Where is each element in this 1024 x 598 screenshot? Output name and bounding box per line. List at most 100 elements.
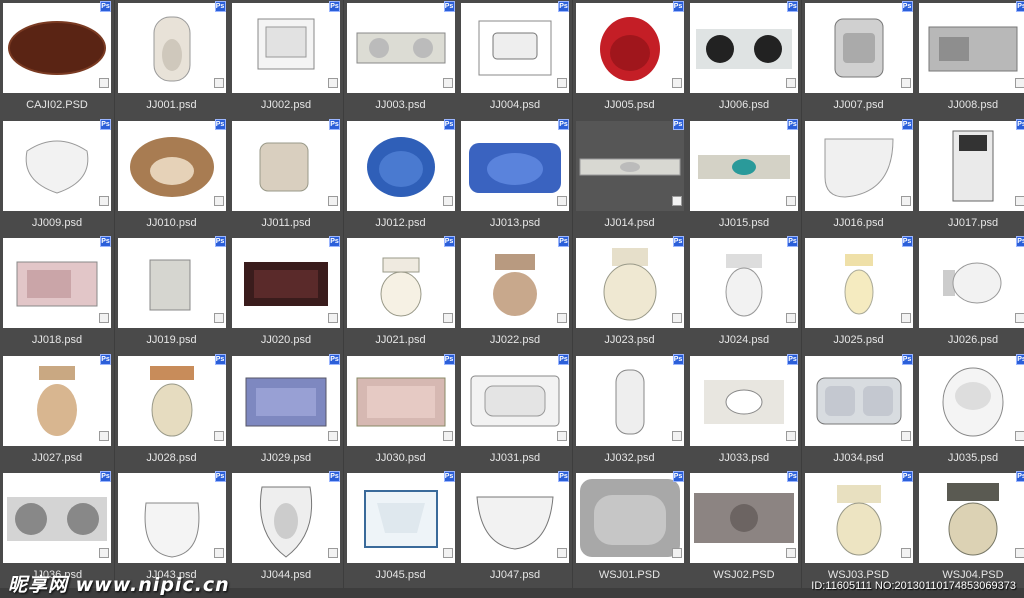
select-checkbox[interactable] [99, 430, 109, 441]
file-name-label: JJ019.psd [146, 334, 197, 346]
select-checkbox[interactable] [671, 548, 682, 558]
file-thumbnail-jj035-psd[interactable]: Ps JJ035.psd [916, 352, 1024, 471]
select-checkbox[interactable] [213, 548, 224, 558]
file-thumbnail-jj024-psd[interactable]: Ps JJ024.psd [687, 235, 801, 353]
file-thumbnail-jj012-psd[interactable]: Ps JJ012.psd [343, 117, 458, 236]
file-thumbnail-jj022-psd[interactable]: Ps JJ022.psd [458, 235, 572, 353]
select-checkbox[interactable] [786, 195, 796, 206]
long-counter-icon [575, 120, 684, 211]
file-thumbnail-jj004-psd[interactable]: Ps JJ004.psd [458, 0, 572, 118]
select-checkbox[interactable] [213, 195, 224, 206]
file-thumbnail-jj034-psd[interactable]: Ps JJ034.psd [801, 352, 916, 471]
file-thumbnail-jj025-psd[interactable]: Ps JJ025.psd [801, 235, 916, 353]
photoshop-file-icon: Ps [443, 1, 455, 12]
photoshop-file-icon: Ps [214, 1, 226, 12]
select-checkbox[interactable] [328, 195, 338, 206]
select-checkbox[interactable] [442, 195, 453, 206]
select-checkbox[interactable] [99, 78, 109, 88]
file-thumbnail-jj016-psd[interactable]: Ps JJ016.psd [801, 117, 916, 236]
file-thumbnail-jj011-psd[interactable]: Ps JJ011.psd [229, 117, 343, 236]
file-thumbnail-jj005-psd[interactable]: Ps JJ005.psd [572, 0, 687, 118]
select-checkbox[interactable] [442, 430, 453, 441]
select-checkbox[interactable] [1015, 78, 1024, 88]
file-thumbnail-jj023-psd[interactable]: Ps JJ023.psd [572, 235, 687, 353]
select-checkbox[interactable] [1015, 548, 1024, 558]
file-thumbnail-jj009-psd[interactable]: Ps JJ009.psd [0, 117, 114, 236]
select-checkbox[interactable] [557, 548, 567, 558]
file-name-label: JJ022.psd [489, 334, 541, 346]
select-checkbox[interactable] [557, 195, 567, 206]
select-checkbox[interactable] [99, 195, 109, 206]
select-checkbox[interactable] [328, 548, 338, 558]
file-thumbnail-wsj01-psd[interactable]: Ps WSJ01.PSD [572, 470, 687, 588]
file-thumbnail-wsj04-psd[interactable]: Ps WSJ04.PSD [916, 470, 1024, 588]
photoshop-file-icon: Ps [1016, 353, 1024, 365]
select-checkbox[interactable] [671, 78, 682, 88]
select-checkbox[interactable] [900, 548, 911, 558]
file-thumbnail-jj015-psd[interactable]: Ps JJ015.psd [687, 117, 801, 236]
select-checkbox[interactable] [442, 78, 453, 88]
file-thumbnail-wsj02-psd[interactable]: Ps WSJ02.PSD [687, 470, 801, 588]
select-checkbox[interactable] [671, 313, 682, 323]
photoshop-file-icon: Ps [1016, 471, 1024, 482]
select-checkbox[interactable] [99, 548, 109, 558]
select-checkbox[interactable] [442, 313, 453, 323]
select-checkbox[interactable] [900, 430, 911, 441]
select-checkbox[interactable] [442, 548, 453, 558]
select-checkbox[interactable] [328, 313, 338, 323]
file-thumbnail-jj028-psd[interactable]: Ps JJ028.psd [114, 352, 229, 471]
file-thumbnail-jj020-psd[interactable]: Ps JJ020.psd [229, 235, 343, 353]
select-checkbox[interactable] [99, 313, 109, 323]
select-checkbox[interactable] [328, 430, 338, 441]
select-checkbox[interactable] [328, 78, 338, 88]
file-thumbnail-jj001-psd[interactable]: Ps JJ001.psd [114, 0, 229, 118]
file-thumbnail-jj018-psd[interactable]: Ps JJ018.psd [0, 235, 114, 353]
select-checkbox[interactable] [213, 430, 224, 441]
file-thumbnail-jj017-psd[interactable]: Ps JJ017.psd [916, 117, 1024, 236]
file-thumbnail-jj032-psd[interactable]: Ps JJ032.psd [572, 352, 687, 471]
file-thumbnail-wsj03-psd[interactable]: Ps WSJ03.PSD [801, 470, 916, 588]
select-checkbox[interactable] [557, 78, 567, 88]
select-checkbox[interactable] [900, 195, 911, 206]
select-checkbox[interactable] [786, 430, 796, 441]
file-thumbnail-grid: Ps CAJI02.PSD Ps JJ001.psd Ps JJ002.psd Ps JJ00… [0, 0, 1024, 598]
select-checkbox[interactable] [671, 195, 682, 206]
file-name-label: JJ047.psd [489, 569, 541, 581]
file-thumbnail-jj044-psd[interactable]: Ps JJ044.psd [229, 470, 343, 588]
file-thumbnail-jj026-psd[interactable]: Ps JJ026.psd [916, 235, 1024, 353]
file-thumbnail-jj019-psd[interactable]: Ps JJ019.psd [114, 235, 229, 353]
select-checkbox[interactable] [557, 313, 567, 323]
file-thumbnail-jj033-psd[interactable]: Ps JJ033.psd [687, 352, 801, 471]
select-checkbox[interactable] [213, 78, 224, 88]
select-checkbox[interactable] [900, 78, 911, 88]
file-thumbnail-caji02-psd[interactable]: Ps CAJI02.PSD [0, 0, 114, 118]
select-checkbox[interactable] [1015, 313, 1024, 323]
file-thumbnail-jj031-psd[interactable]: Ps JJ031.psd [458, 352, 572, 471]
file-thumbnail-jj010-psd[interactable]: Ps JJ010.psd [114, 117, 229, 236]
select-checkbox[interactable] [1015, 430, 1024, 441]
file-thumbnail-jj006-psd[interactable]: Ps JJ006.psd [687, 0, 801, 118]
select-checkbox[interactable] [786, 78, 796, 88]
file-thumbnail-jj027-psd[interactable]: Ps JJ027.psd [0, 352, 114, 471]
select-checkbox[interactable] [1015, 195, 1024, 206]
select-checkbox[interactable] [671, 430, 682, 441]
file-thumbnail-jj029-psd[interactable]: Ps JJ029.psd [229, 352, 343, 471]
file-thumbnail-jj008-psd[interactable]: Ps JJ008.psd [916, 0, 1024, 118]
file-thumbnail-jj007-psd[interactable]: Ps JJ007.psd [801, 0, 916, 118]
file-thumbnail-jj013-psd[interactable]: Ps JJ013.psd [458, 117, 572, 236]
file-thumbnail-jj021-psd[interactable]: Ps JJ021.psd [343, 235, 458, 353]
file-thumbnail-jj002-psd[interactable]: Ps JJ002.psd [229, 0, 343, 118]
select-checkbox[interactable] [557, 430, 567, 441]
photoshop-file-icon: Ps [214, 236, 226, 247]
select-checkbox[interactable] [786, 313, 796, 323]
file-thumbnail-jj045-psd[interactable]: Ps JJ045.psd [343, 470, 458, 588]
select-checkbox[interactable] [900, 313, 911, 323]
file-thumbnail-jj003-psd[interactable]: Ps JJ003.psd [343, 0, 458, 118]
file-thumbnail-jj047-psd[interactable]: Ps JJ047.psd [458, 470, 572, 588]
file-thumbnail-jj030-psd[interactable]: Ps JJ030.psd [343, 352, 458, 471]
file-thumbnail-jj014-psd[interactable]: Ps JJ014.psd [572, 117, 687, 236]
photoshop-file-icon: Ps [214, 471, 226, 482]
select-checkbox[interactable] [213, 313, 224, 323]
photoshop-file-icon: Ps [100, 471, 111, 482]
select-checkbox[interactable] [786, 548, 796, 558]
